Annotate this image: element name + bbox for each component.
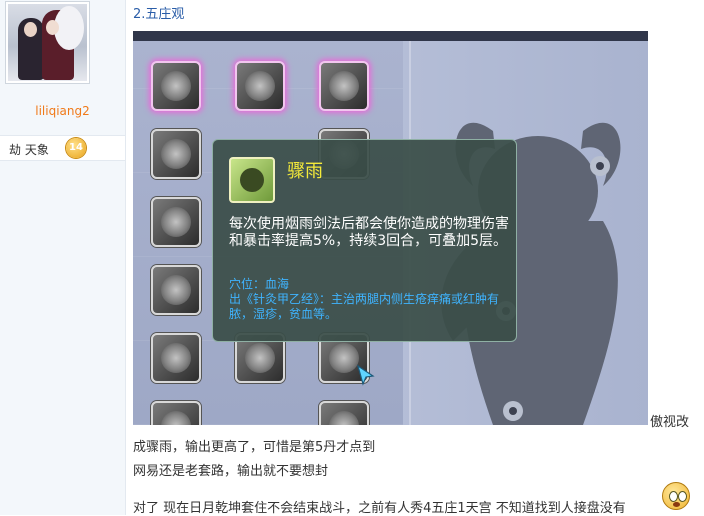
- skill-description: 每次使用烟雨剑法后都会使你造成的物理伤害和暴击率提高5%，持续3回合，可叠加5层…: [229, 216, 509, 249]
- skill-slot-icon: [151, 333, 201, 383]
- shocked-emoticon-icon: [662, 482, 690, 510]
- post-line: 成骤雨，输出更高了，可惜是第5丹才点到: [133, 440, 376, 455]
- post-line: 网易还是老套路，输出就不要想封: [133, 464, 329, 479]
- rank-label: 劫 天象: [9, 143, 49, 157]
- skill-icon: [229, 157, 275, 203]
- skill-name: 骤雨: [287, 161, 323, 182]
- post-section-title: 2.五庄观: [133, 7, 185, 22]
- user-sidebar: liliqiang2 劫 天象 14: [0, 0, 126, 515]
- post-line: 对了 现在日月乾坤套住不会结束战斗，之前有人秀4五庄1天宫 不知道找到人接盘没有: [133, 501, 626, 516]
- skill-slot-icon: [319, 61, 369, 111]
- skill-tooltip: 骤雨 每次使用烟雨剑法后都会使你造成的物理伤害和暴击率提高5%，持续3回合，可叠…: [212, 139, 517, 342]
- game-screenshot: 骤雨 每次使用烟雨剑法后都会使你造成的物理伤害和暴击率提高5%，持续3回合，可叠…: [133, 31, 648, 425]
- rank-row: 劫 天象 14: [0, 135, 125, 161]
- skill-slot-icon: [151, 265, 201, 315]
- rank-badge-icon: 14: [66, 138, 86, 158]
- skill-slot-icon: [151, 61, 201, 111]
- avatar[interactable]: [5, 1, 90, 84]
- skill-slot-icon: [151, 401, 201, 425]
- skill-slot-icon: [151, 129, 201, 179]
- avatar-image: [8, 4, 87, 81]
- screenshot-top-bar: [133, 31, 648, 41]
- acupoint-source: 出《针灸甲乙经》：主治两腿内侧生疮痒痛或红肿有脓，湿疹，贫血等。: [229, 292, 500, 321]
- skill-slot-icon: [151, 197, 201, 247]
- username-link[interactable]: liliqiang2: [0, 104, 125, 118]
- acupoint-name: 穴位：血海: [229, 277, 290, 291]
- cursor-icon: [356, 364, 375, 386]
- skill-slot-icon: [319, 401, 369, 425]
- skill-slot-icon: [235, 61, 285, 111]
- inline-trailing-text: 傲视改: [650, 415, 690, 430]
- skill-acupoint: 穴位：血海 出《针灸甲乙经》：主治两腿内侧生疮痒痛或红肿有脓，湿疹，贫血等。: [229, 277, 514, 322]
